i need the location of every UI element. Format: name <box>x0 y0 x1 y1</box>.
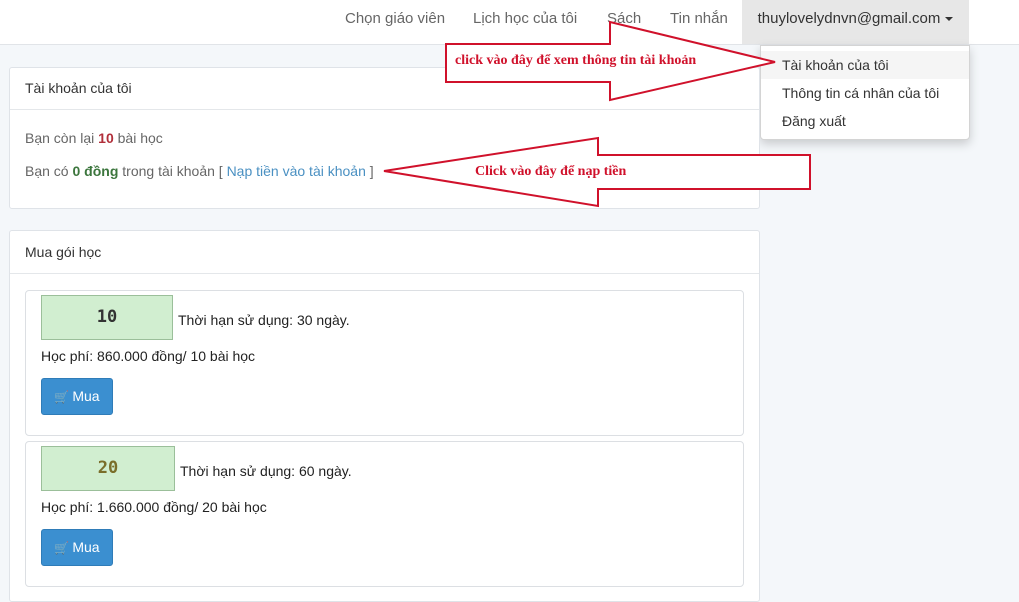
dropdown-item-personal-info[interactable]: Thông tin cá nhân của tôi <box>761 79 969 107</box>
bracket-close: ] <box>369 163 374 179</box>
balance-amount: 0 đồng <box>72 163 119 179</box>
account-menu-toggle[interactable]: thuylovelydnvn@gmail.com <box>742 0 969 44</box>
balance-text: Bạn có 0 đồng trong tài khoản [ Nạp tiền… <box>25 163 374 179</box>
packages-panel: Mua gói học 10 Thời hạn sử dụng: 30 ngày… <box>9 230 760 602</box>
nav-books[interactable]: Sách <box>607 0 641 38</box>
balance-prefix: Bạn có <box>25 163 69 179</box>
account-email: thuylovelydnvn@gmail.com <box>757 10 941 27</box>
dropdown-item-logout[interactable]: Đăng xuất <box>761 107 969 135</box>
lessons-remaining-text: Bạn còn lại 10 bài học <box>25 130 163 146</box>
nav-my-schedule[interactable]: Lịch học của tôi <box>473 0 577 38</box>
buy-label: Mua <box>72 388 100 404</box>
topup-link[interactable]: Nạp tiền vào tài khoản <box>227 163 366 179</box>
lessons-prefix: Bạn còn lại <box>25 130 95 146</box>
top-navbar: Chọn giáo viên Lịch học của tôi Sách Tin… <box>0 0 1019 45</box>
buy-button[interactable]: 🛒 Mua <box>41 378 113 415</box>
dropdown-item-my-account[interactable]: Tài khoản của tôi <box>761 51 969 79</box>
lessons-suffix: bài học <box>117 130 163 146</box>
package-duration: Thời hạn sử dụng: 60 ngày. <box>180 463 352 479</box>
nav-choose-teacher[interactable]: Chọn giáo viên <box>345 0 445 38</box>
nav-messages[interactable]: Tin nhắn <box>670 0 728 38</box>
packages-panel-title: Mua gói học <box>10 231 759 274</box>
package-lesson-count: 10 <box>41 295 173 340</box>
package-fee: Học phí: 860.000 đồng/ 10 bài học <box>41 348 256 364</box>
lessons-count: 10 <box>98 130 114 146</box>
package-card: 20 Thời hạn sử dụng: 60 ngày. Học phí: 1… <box>25 441 744 587</box>
caret-down-icon <box>945 17 954 22</box>
account-panel: Tài khoản của tôi Bạn còn lại 10 bài học… <box>9 67 760 209</box>
topup-hint-text: Click vào đây để nạp tiền <box>475 164 627 179</box>
buy-button[interactable]: 🛒 Mua <box>41 529 113 566</box>
package-card: 10 Thời hạn sử dụng: 30 ngày. Học phí: 8… <box>25 290 744 436</box>
account-hint-text: click vào đây để xem thông tin tài khoản <box>455 53 697 68</box>
account-dropdown: Tài khoản của tôi Thông tin cá nhân của … <box>760 45 970 140</box>
package-lesson-count: 20 <box>41 446 175 491</box>
buy-label: Mua <box>72 539 100 555</box>
package-duration: Thời hạn sử dụng: 30 ngày. <box>178 312 350 328</box>
cart-icon: 🛒 <box>54 390 70 404</box>
cart-icon: 🛒 <box>54 541 70 555</box>
account-panel-title: Tài khoản của tôi <box>10 68 759 110</box>
balance-suffix: trong tài khoản [ <box>122 163 223 179</box>
package-fee: Học phí: 1.660.000 đồng/ 20 bài học <box>41 499 267 515</box>
